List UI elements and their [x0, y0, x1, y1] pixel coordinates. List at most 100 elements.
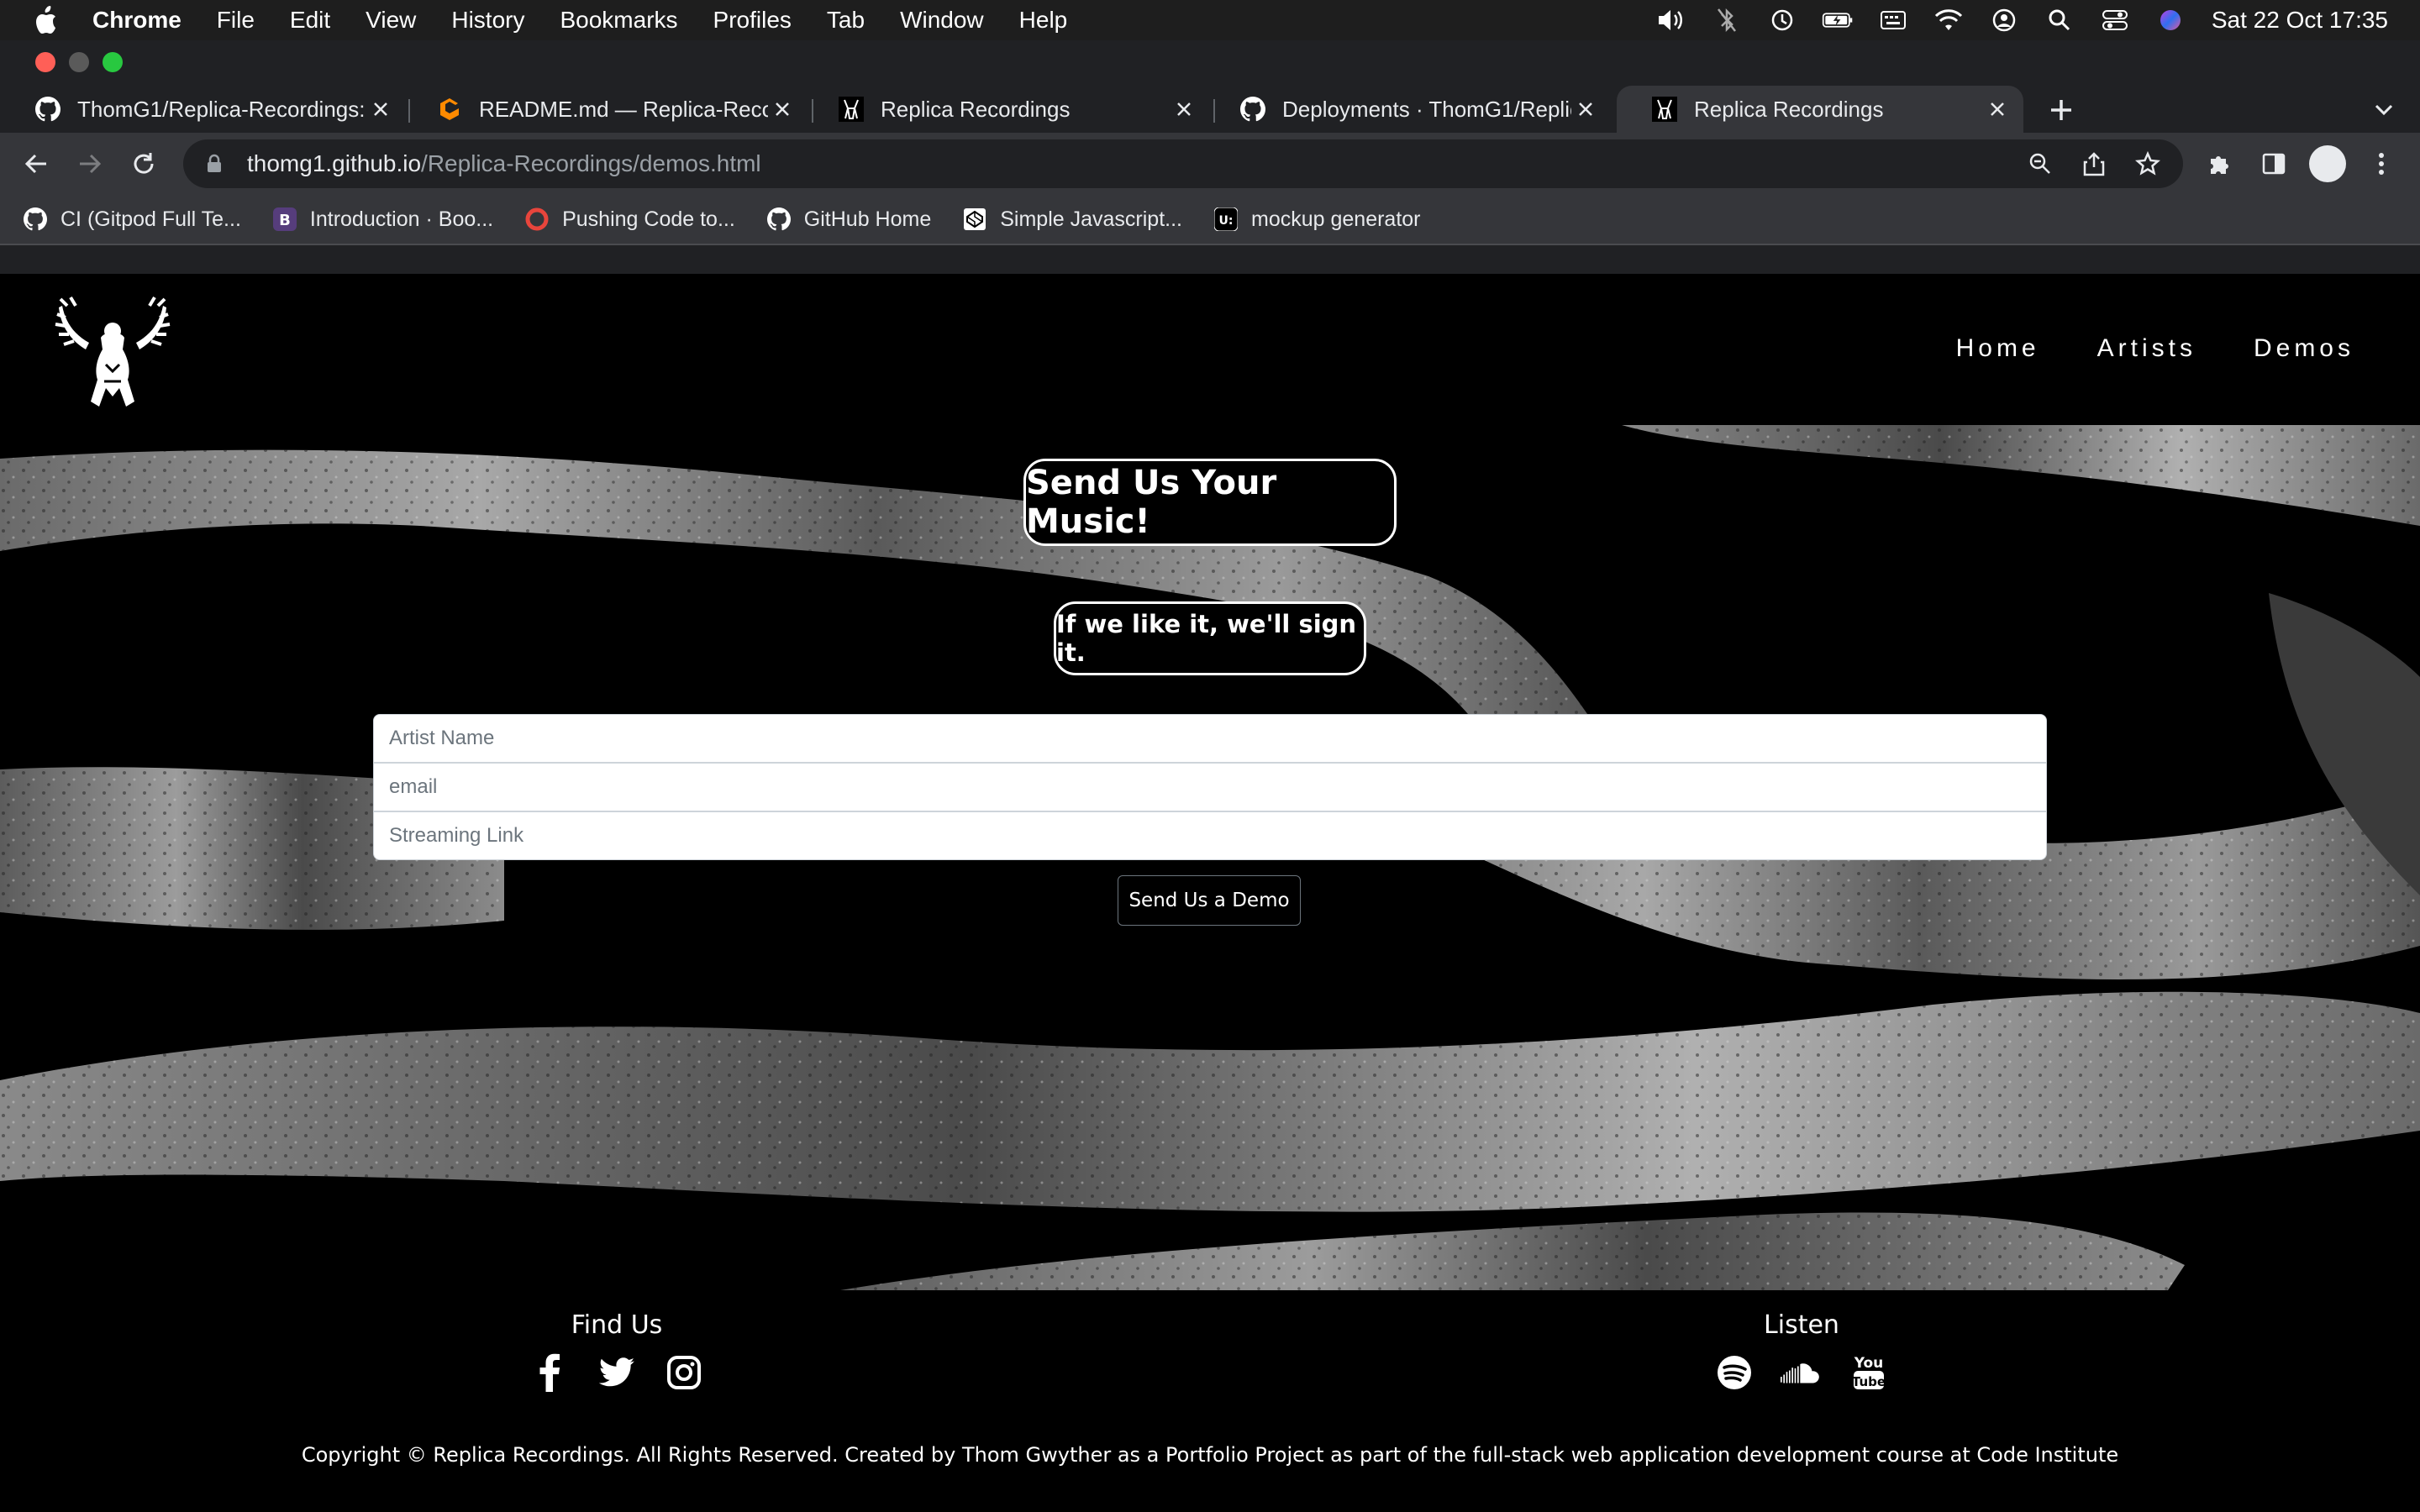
instagram-icon[interactable] [663, 1352, 705, 1394]
user-account-icon[interactable] [1988, 4, 2020, 36]
facebook-icon[interactable] [529, 1352, 571, 1394]
url-path: /Replica-Recordings/demos.html [421, 150, 761, 176]
spotify-icon[interactable] [1713, 1352, 1755, 1394]
siri-icon[interactable] [2154, 4, 2186, 36]
bookmark-pushing-code[interactable]: Pushing Code to... [523, 206, 735, 233]
site-logo[interactable] [54, 289, 171, 415]
tab-replica-site[interactable]: Replica Recordings [803, 86, 1210, 133]
address-bar[interactable]: thomg1.github.io/Replica-Recordings/demo… [183, 139, 2183, 188]
email-input[interactable] [373, 763, 2047, 811]
twitter-icon[interactable] [596, 1352, 638, 1394]
tab-replica-site-active[interactable]: Replica Recordings [1617, 86, 2023, 133]
address-bar-actions [2003, 139, 2165, 188]
bookmark-bootstrap[interactable]: B Introduction · Boo... [271, 206, 493, 233]
bookmark-github-home[interactable]: GitHub Home [765, 206, 931, 233]
minimize-window-button[interactable] [69, 52, 89, 72]
bookmark-mockup-generator[interactable]: U: mockup generator [1213, 206, 1421, 233]
bookmark-label: Pushing Code to... [562, 207, 735, 231]
close-tab-icon[interactable] [1170, 95, 1198, 123]
close-tab-icon[interactable] [366, 95, 395, 123]
bluetooth-off-icon[interactable] [1711, 4, 1743, 36]
wifi-icon[interactable] [1933, 4, 1965, 36]
page-subheading: If we like it, we'll sign it. [1054, 601, 1366, 675]
bootstrap-icon: B [271, 206, 298, 233]
svg-text:B: B [279, 212, 291, 229]
control-center-icon[interactable] [2099, 4, 2131, 36]
gitpod-icon [435, 95, 464, 123]
codepen-icon [961, 206, 988, 233]
youtube-icon[interactable]: You Tube [1848, 1352, 1890, 1394]
spotlight-search-icon[interactable] [2044, 4, 2075, 36]
site-footer: Find Us Listen You Tube Copyright © Repl… [0, 1290, 2420, 1512]
site-logo-icon [837, 95, 865, 123]
browser-toolbar: thomg1.github.io/Replica-Recordings/demo… [0, 133, 2420, 195]
streaming-link-input[interactable] [373, 811, 2047, 860]
tab-github-deployments[interactable]: Deployments · ThomG1/Replica [1205, 86, 1612, 133]
extensions-puzzle-icon[interactable] [2202, 145, 2238, 182]
page-heading: Send Us Your Music! [1023, 459, 1397, 546]
menu-history[interactable]: History [451, 7, 524, 34]
volume-icon[interactable] [1655, 4, 1687, 36]
nav-demos-link[interactable]: Demos [2254, 334, 2354, 363]
find-us-section: Find Us [491, 1310, 743, 1394]
menu-file[interactable]: File [217, 7, 255, 34]
zoom-window-button[interactable] [103, 52, 123, 72]
menu-profiles[interactable]: Profiles [713, 7, 792, 34]
github-icon [22, 206, 49, 233]
menu-app-name[interactable]: Chrome [92, 7, 182, 34]
tab-gitpod-readme[interactable]: README.md — Replica-Record [402, 86, 808, 133]
forward-arrow-icon[interactable] [72, 146, 108, 181]
bookmark-simple-javascript[interactable]: Simple Javascript... [961, 206, 1182, 233]
demo-hero-section: Send Us Your Music! If we like it, we'll… [0, 425, 2420, 1290]
side-panel-icon[interactable] [2255, 145, 2292, 182]
svg-text:You: You [1854, 1355, 1884, 1372]
tab-strip: ThomG1/Replica-Recordings: A README.md —… [0, 81, 2420, 133]
new-tab-button[interactable] [2044, 92, 2079, 128]
menu-clock[interactable]: Sat 22 Oct 17:35 [2212, 7, 2388, 34]
more-menu-icon[interactable] [2363, 145, 2400, 182]
share-icon[interactable] [2077, 147, 2111, 181]
demo-submission-form [373, 714, 2047, 860]
menu-help[interactable]: Help [1019, 7, 1068, 34]
reload-icon[interactable] [126, 146, 161, 181]
close-tab-icon[interactable] [1571, 95, 1600, 123]
back-arrow-icon[interactable] [18, 146, 54, 181]
uizard-icon: U: [1213, 206, 1239, 233]
menu-edit[interactable]: Edit [290, 7, 330, 34]
status-area: Sat 22 Oct 17:35 [1632, 0, 2388, 40]
tab-label: ThomG1/Replica-Recordings: A [77, 96, 366, 122]
browser-window: ThomG1/Replica-Recordings: A README.md —… [0, 40, 2420, 274]
menu-bookmarks[interactable]: Bookmarks [560, 7, 677, 34]
site-nav: Home Artists Demos [1899, 334, 2354, 363]
url-host: thomg1.github.io [247, 150, 422, 176]
menu-tab[interactable]: Tab [827, 7, 865, 34]
lock-icon[interactable] [202, 151, 227, 176]
listen-heading: Listen [1764, 1310, 1839, 1340]
toolbar-right [2202, 133, 2417, 195]
time-machine-icon[interactable] [1766, 4, 1798, 36]
close-tab-icon[interactable] [768, 95, 797, 123]
send-demo-button[interactable]: Send Us a Demo [1118, 875, 1301, 926]
nav-artists-link[interactable]: Artists [2097, 334, 2196, 363]
keyboard-icon[interactable] [1877, 4, 1909, 36]
close-tab-icon[interactable] [1983, 95, 2012, 123]
window-controls [35, 52, 136, 72]
site-logo-icon [1650, 95, 1679, 123]
soundcloud-icon[interactable] [1781, 1352, 1823, 1394]
tab-label: Replica Recordings [1694, 96, 1884, 122]
bookmarks-bar: CI (Gitpod Full Te... B Introduction · B… [0, 195, 2420, 245]
battery-icon[interactable] [1822, 4, 1854, 36]
tab-search-chevron-icon[interactable] [2366, 92, 2402, 128]
artist-name-input[interactable] [373, 714, 2047, 763]
apple-icon[interactable] [29, 3, 62, 37]
bookmark-ci-gitpod[interactable]: CI (Gitpod Full Te... [22, 206, 241, 233]
tab-github-repo[interactable]: ThomG1/Replica-Recordings: A [0, 86, 407, 133]
close-window-button[interactable] [35, 52, 55, 72]
menu-window[interactable]: Window [900, 7, 984, 34]
profile-avatar[interactable] [2309, 145, 2346, 182]
zoom-out-icon[interactable] [2023, 147, 2057, 181]
menu-view[interactable]: View [366, 7, 416, 34]
nav-home-link[interactable]: Home [1956, 334, 2040, 363]
bookmark-star-icon[interactable] [2131, 147, 2165, 181]
listen-section: Listen You Tube [1676, 1310, 1928, 1394]
